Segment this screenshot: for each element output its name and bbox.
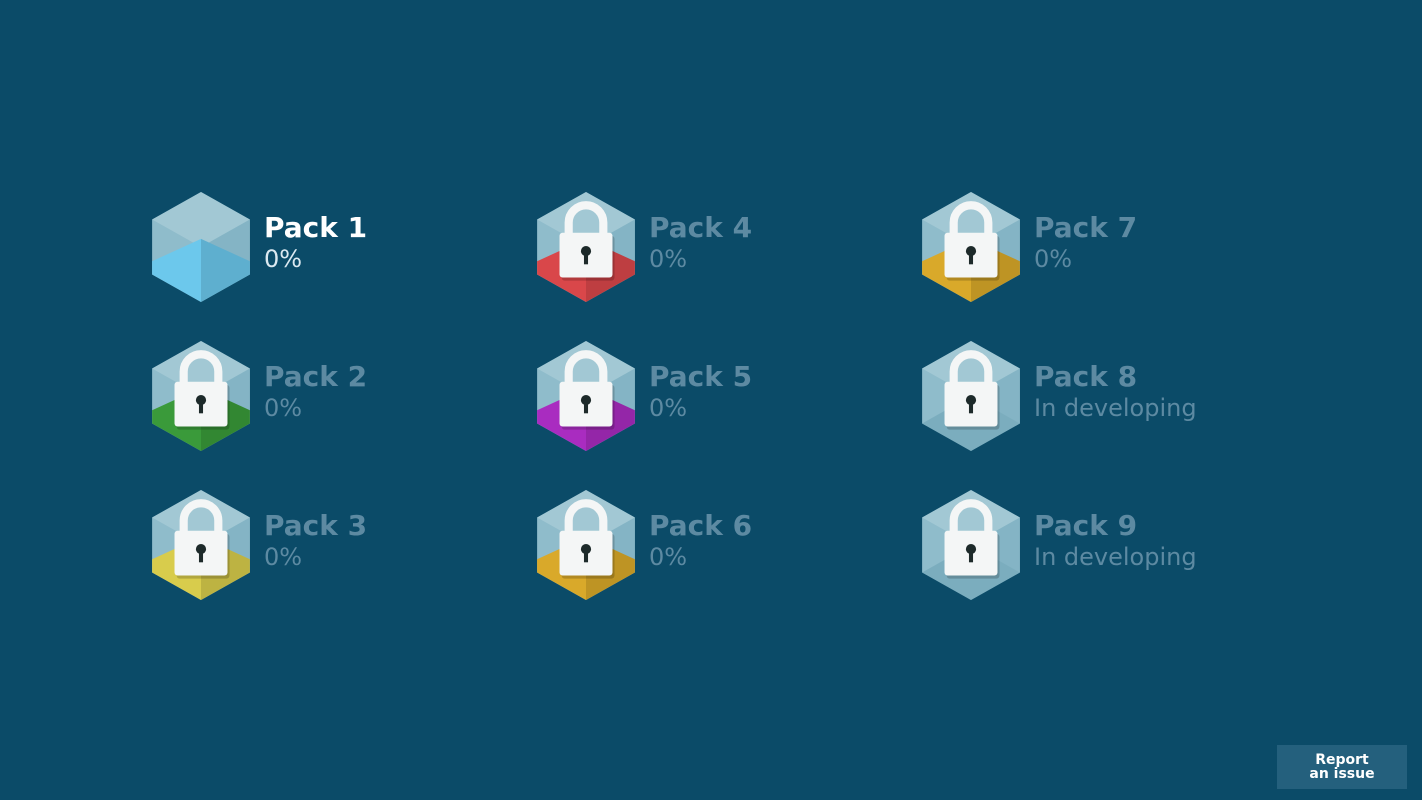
locked-pack-icon: [922, 341, 1020, 451]
pack-1[interactable]: Pack 1 0%: [152, 192, 492, 302]
pack-status: 0%: [264, 394, 303, 422]
pack-status: In developing: [1034, 394, 1197, 422]
pack-status: 0%: [649, 245, 688, 273]
report-line-2: an issue: [1309, 766, 1375, 782]
pack-text: Pack 5 0%: [649, 361, 752, 423]
pack-title: Pack 2: [264, 360, 368, 393]
pack-status: 0%: [649, 543, 688, 571]
locked-pack-icon: [152, 490, 250, 600]
pack-text: Pack 9 In developing: [1034, 510, 1197, 572]
locked-pack-icon: [537, 341, 635, 451]
pack-text: Pack 7 0%: [1034, 212, 1137, 274]
pack-title: Pack 7: [1034, 211, 1138, 244]
pack-title: Pack 5: [649, 360, 753, 393]
pack-8[interactable]: Pack 8 In developing: [922, 341, 1262, 451]
pack-2[interactable]: Pack 2 0%: [152, 341, 492, 451]
pack-title: Pack 9: [1034, 509, 1138, 542]
pack-text: Pack 4 0%: [649, 212, 752, 274]
locked-pack-icon: [537, 490, 635, 600]
report-line-1: Report: [1315, 752, 1369, 768]
pack-status: 0%: [649, 394, 688, 422]
pack-6[interactable]: Pack 6 0%: [537, 490, 877, 600]
pack-status: In developing: [1034, 543, 1197, 571]
pack-title: Pack 8: [1034, 360, 1138, 393]
pack-text: Pack 6 0%: [649, 510, 752, 572]
pack-text: Pack 2 0%: [264, 361, 367, 423]
pack-3[interactable]: Pack 3 0%: [152, 490, 492, 600]
pack-status: 0%: [1034, 245, 1073, 273]
pack-title: Pack 4: [649, 211, 753, 244]
pack-9[interactable]: Pack 9 In developing: [922, 490, 1262, 600]
locked-pack-icon: [922, 192, 1020, 302]
locked-pack-icon: [152, 341, 250, 451]
report-issue-button[interactable]: Report an issue: [1277, 745, 1407, 789]
pack-4[interactable]: Pack 4 0%: [537, 192, 877, 302]
pack-7[interactable]: Pack 7 0%: [922, 192, 1262, 302]
pack-title: Pack 3: [264, 509, 368, 542]
locked-pack-icon: [922, 490, 1020, 600]
pack-status: 0%: [264, 543, 303, 571]
pack-text: Pack 8 In developing: [1034, 361, 1197, 423]
pack-title: Pack 1: [264, 211, 368, 244]
locked-pack-icon: [537, 192, 635, 302]
pack-status: 0%: [264, 245, 303, 273]
pack-text: Pack 1 0%: [264, 212, 367, 274]
pack-title: Pack 6: [649, 509, 753, 542]
pack-text: Pack 3 0%: [264, 510, 367, 572]
pack-5[interactable]: Pack 5 0%: [537, 341, 877, 451]
pack-cube-icon: [152, 192, 250, 302]
